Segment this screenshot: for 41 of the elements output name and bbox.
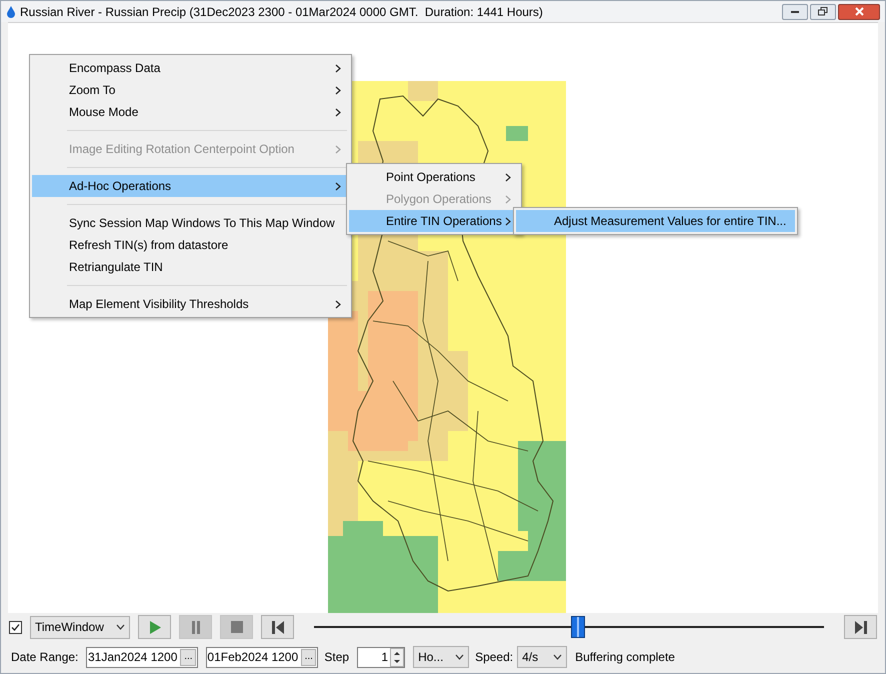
slider-thumb[interactable] — [570, 616, 585, 638]
speed-label: Speed: — [475, 649, 514, 666]
restore-icon — [818, 7, 828, 16]
window-title: Russian River - Russian Precip (31Dec2023 2300 - 01Mar2024 0000 GMT. Duration: 1441 Hours) — [20, 4, 544, 20]
menu-item[interactable]: Sync Session Map Windows To This Map Window — [32, 212, 349, 234]
start-date-field[interactable]: 31Jan2024 1200 ... — [86, 646, 198, 668]
end-date-field[interactable]: 01Feb2024 1200 ... — [206, 646, 318, 668]
minimize-button[interactable] — [782, 4, 808, 20]
step-back-button[interactable] — [261, 615, 294, 639]
end-date-picker-button[interactable]: ... — [301, 648, 316, 666]
step-forward-icon — [854, 620, 866, 634]
menu-item[interactable]: Mouse Mode — [32, 101, 349, 123]
menu-item[interactable]: Adjust Measurement Values for entire TIN... — [516, 210, 795, 232]
step-back-icon — [272, 620, 284, 634]
time-slider[interactable] — [314, 615, 824, 639]
spinner-icon[interactable] — [390, 648, 404, 666]
speed-dropdown[interactable]: 4/s — [517, 646, 568, 668]
menu-item[interactable]: Ad-Hoc Operations — [32, 175, 349, 197]
menu-item[interactable]: Encompass Data — [32, 57, 349, 79]
menu-item[interactable]: Point Operations — [349, 166, 519, 188]
play-button[interactable] — [138, 615, 171, 639]
close-icon — [854, 7, 864, 16]
date-range-label: Date Range: — [11, 649, 78, 666]
step-field[interactable]: 1 — [357, 646, 406, 668]
unit-dropdown[interactable]: Ho... — [413, 646, 470, 668]
step-label: Step — [324, 649, 350, 666]
checkbox[interactable] — [9, 620, 22, 634]
restore-button[interactable] — [810, 4, 836, 20]
menu-item[interactable]: Retriangulate TIN — [32, 256, 349, 278]
stop-icon — [230, 621, 242, 633]
play-icon — [148, 620, 160, 634]
mode-dropdown[interactable]: TimeWindow — [30, 616, 130, 638]
status-text: Buffering complete — [575, 649, 675, 666]
step-forward-button[interactable] — [844, 615, 877, 639]
start-date-picker-button[interactable]: ... — [180, 648, 196, 666]
close-button[interactable] — [838, 4, 880, 20]
water-drop-icon — [6, 6, 16, 18]
menu-item[interactable]: Zoom To — [32, 79, 349, 101]
pause-icon — [190, 620, 200, 634]
menu-item[interactable]: Refresh TIN(s) from datastore — [32, 234, 349, 256]
menu-item[interactable]: Map Element Visibility Thresholds — [32, 293, 349, 315]
